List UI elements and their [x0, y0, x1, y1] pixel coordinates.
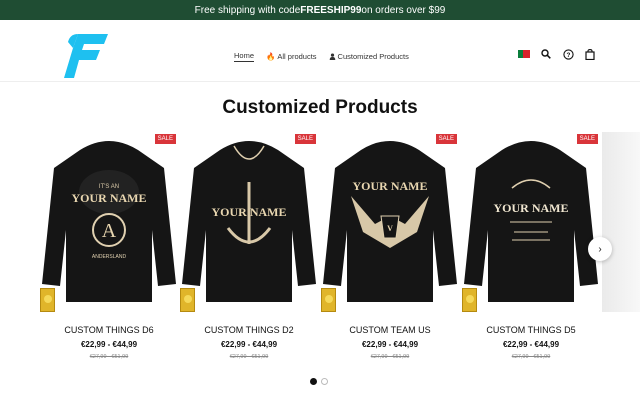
- next-product-peek: [602, 132, 640, 312]
- sale-badge: SALE: [294, 134, 316, 144]
- promo-bar: Free shipping with code FREESHIP99 on or…: [0, 0, 640, 20]
- sale-badge: SALE: [154, 134, 176, 144]
- search-icon: [541, 49, 551, 59]
- search-button[interactable]: [540, 48, 552, 60]
- header-actions: ?: [518, 48, 596, 60]
- promo-code: FREESHIP99: [300, 4, 362, 16]
- fire-icon: 🔥: [266, 51, 276, 61]
- product-image[interactable]: IT'S AN YOUR NAME A ANDERSLAND: [40, 132, 178, 312]
- product-name[interactable]: CUSTOM TEAM US: [321, 325, 459, 335]
- product-name[interactable]: CUSTOM THINGS D5: [462, 325, 600, 335]
- cart-button[interactable]: [584, 48, 596, 60]
- carousel-next-button[interactable]: ›: [588, 237, 612, 261]
- nav-all-products-label: All products: [277, 51, 317, 61]
- print-name: YOUR NAME: [212, 205, 287, 219]
- print-name: YOUR NAME: [72, 191, 147, 205]
- print-name: YOUR NAME: [353, 179, 428, 193]
- product-card[interactable]: YOUR NAME SALE CUSTOM THINGS D2 €22,99 -…: [180, 132, 318, 372]
- nav-home-label: Home: [234, 51, 255, 60]
- carousel-dot[interactable]: [321, 378, 328, 385]
- nav-home[interactable]: Home: [234, 50, 255, 62]
- section-title: Customized Products: [222, 97, 418, 118]
- product-card[interactable]: YOUR NAME SALE CUSTOM THINGS D5 €22,99 -…: [462, 132, 600, 372]
- carousel-pagination: [310, 378, 328, 385]
- quality-badge-icon: [180, 288, 195, 312]
- product-image[interactable]: YOUR NAME: [462, 132, 600, 312]
- help-circle-icon: ?: [562, 48, 574, 60]
- product-card[interactable]: V YOUR NAME SALE CUSTOM TEAM US €22,99 -…: [321, 132, 459, 372]
- product-price: €22,99 - €44,99: [80, 340, 138, 349]
- brand-logo[interactable]: [64, 30, 110, 80]
- product-image[interactable]: YOUR NAME: [180, 132, 318, 312]
- nav-all-products[interactable]: 🔥 All products: [266, 50, 317, 62]
- product-image[interactable]: V YOUR NAME: [321, 132, 459, 312]
- svg-text:?: ?: [566, 51, 570, 58]
- sale-badge: SALE: [435, 134, 457, 144]
- promo-prefix: Free shipping with code: [194, 4, 301, 16]
- promo-suffix: on orders over $99: [361, 4, 446, 16]
- product-old-price: €27,99 - €51,99: [370, 354, 410, 360]
- carousel-dot[interactable]: [310, 378, 317, 385]
- product-card[interactable]: IT'S AN YOUR NAME A ANDERSLAND SALE CUST…: [40, 132, 178, 372]
- quality-badge-icon: [321, 288, 336, 312]
- print-name: YOUR NAME: [494, 201, 569, 215]
- main-nav: Home 🔥 All products Customized Products: [234, 50, 409, 62]
- site-header: Home 🔥 All products Customized Products …: [0, 20, 640, 82]
- svg-text:A: A: [102, 220, 117, 242]
- chevron-right-icon: ›: [598, 243, 602, 255]
- product-price: €22,99 - €44,99: [220, 340, 278, 349]
- portugal-flag-icon: [518, 50, 530, 58]
- shopping-bag-icon: [585, 48, 595, 60]
- product-price: €22,99 - €44,99: [502, 340, 560, 349]
- help-button[interactable]: ?: [562, 48, 574, 60]
- svg-text:IT'S AN: IT'S AN: [99, 184, 119, 190]
- quality-badge-icon: [462, 288, 477, 312]
- product-old-price: €27,99 - €51,99: [89, 354, 129, 360]
- svg-text:V: V: [387, 224, 393, 233]
- product-old-price: €27,99 - €51,99: [229, 354, 269, 360]
- quality-badge-icon: [40, 288, 55, 312]
- product-name[interactable]: CUSTOM THINGS D2: [180, 325, 318, 335]
- sale-badge: SALE: [576, 134, 598, 144]
- product-old-price: €27,99 - €51,99: [511, 354, 551, 360]
- product-carousel: IT'S AN YOUR NAME A ANDERSLAND SALE CUST…: [40, 132, 600, 372]
- print-text: ANDERSLAND: [92, 254, 127, 260]
- nav-customized-products-label: Customized Products: [337, 51, 409, 61]
- product-price: €22,99 - €44,99: [361, 340, 419, 349]
- language-selector[interactable]: [518, 48, 530, 60]
- nav-customized-products[interactable]: Customized Products: [329, 50, 409, 62]
- product-name[interactable]: CUSTOM THINGS D6: [40, 325, 178, 335]
- user-icon: [329, 52, 335, 60]
